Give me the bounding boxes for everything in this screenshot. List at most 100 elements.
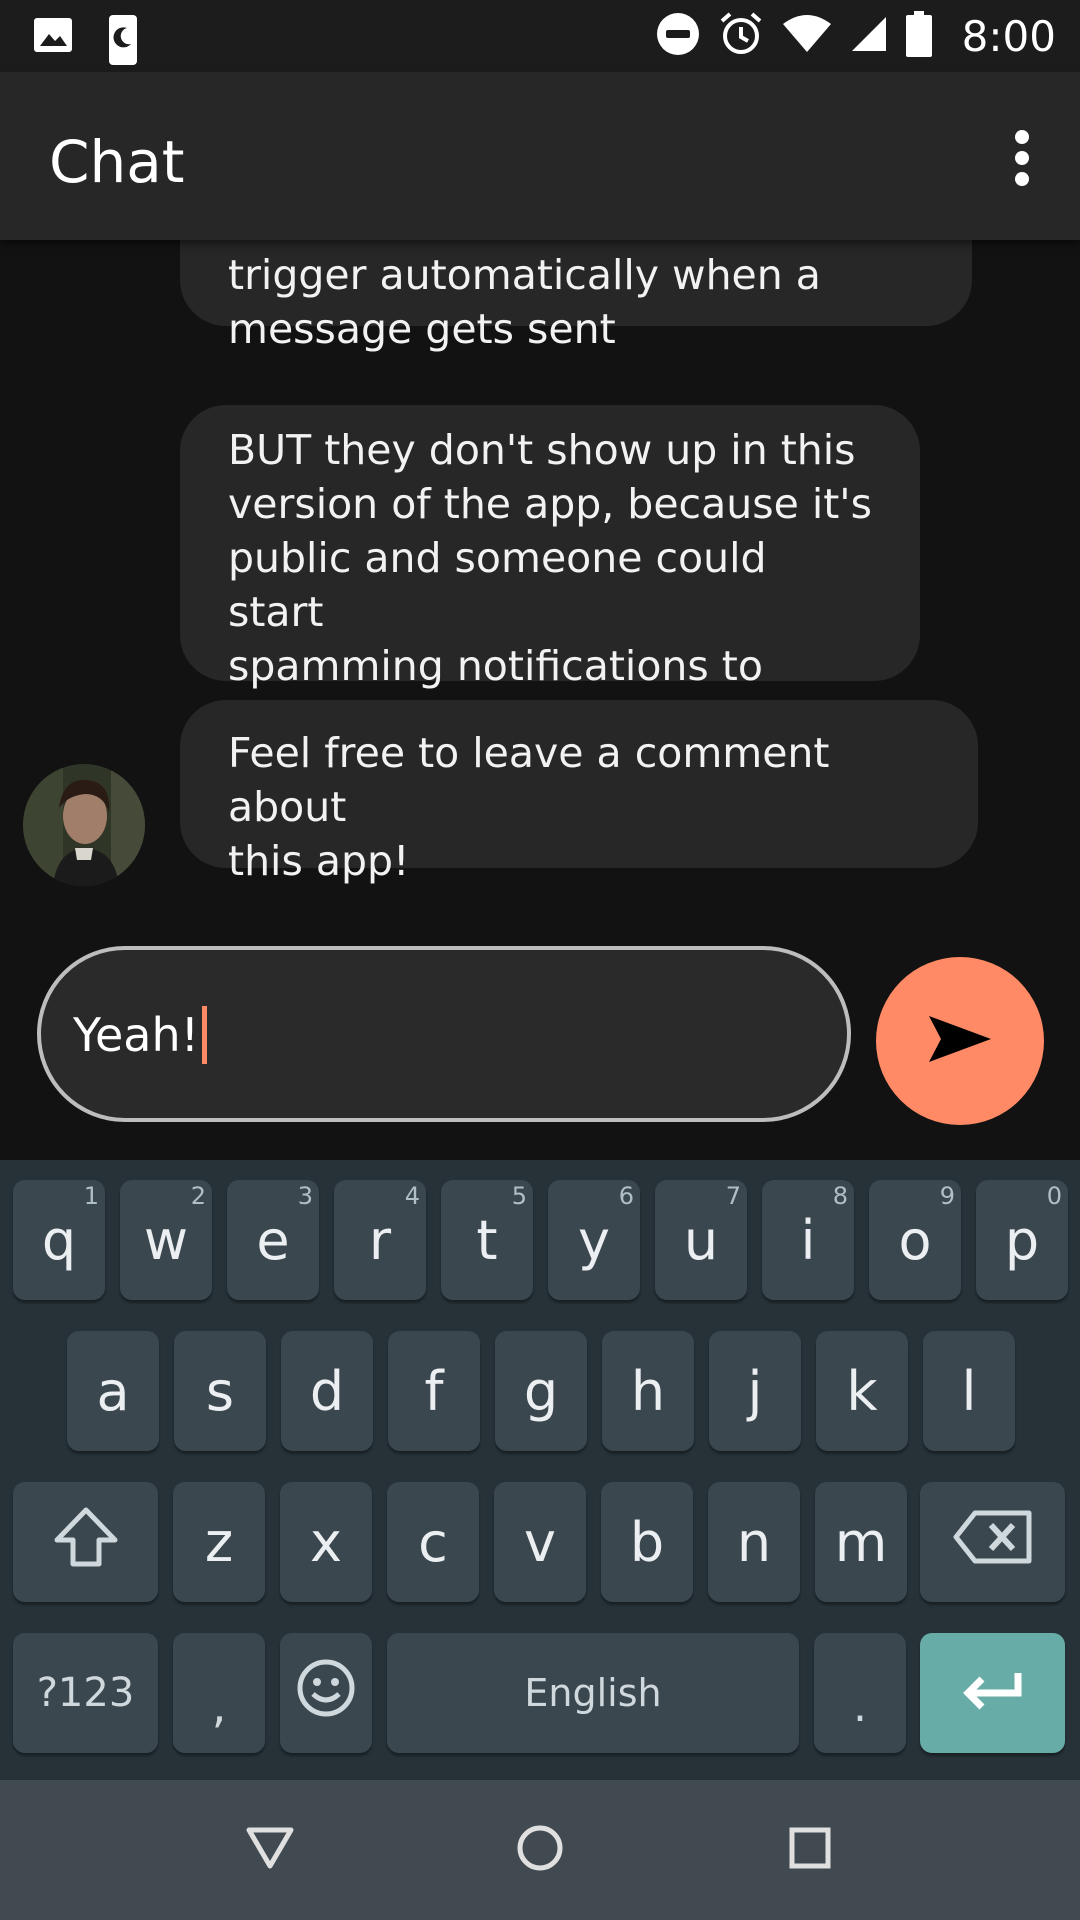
key-hint: 3 [297, 1182, 313, 1210]
key-w[interactable]: w2 [120, 1180, 212, 1300]
send-button[interactable] [876, 957, 1044, 1125]
key-u[interactable]: u7 [655, 1180, 747, 1300]
key-z[interactable]: z [173, 1482, 265, 1602]
message-input[interactable]: Yeah! [37, 946, 851, 1122]
space-key[interactable]: English [387, 1633, 799, 1753]
key-label: m [834, 1510, 888, 1574]
key-label: q [41, 1208, 77, 1272]
message-input-value: Yeah! [73, 1008, 200, 1062]
more-vertical-icon [1015, 130, 1029, 144]
battery-icon [905, 11, 932, 61]
key-label: y [578, 1208, 610, 1272]
backspace-key[interactable] [920, 1482, 1065, 1602]
key-r[interactable]: r4 [334, 1180, 426, 1300]
recents-button[interactable] [780, 1820, 840, 1880]
key-y[interactable]: y6 [548, 1180, 640, 1300]
emoji-key[interactable] [280, 1633, 372, 1753]
enter-icon [962, 1669, 1024, 1717]
key-c[interactable]: c [387, 1482, 479, 1602]
key-a[interactable]: a [67, 1331, 159, 1451]
key-g[interactable]: g [495, 1331, 587, 1451]
key-label: o [898, 1208, 932, 1272]
do-not-disturb-icon [656, 12, 700, 60]
key-label: r [368, 1208, 392, 1272]
phone-moon-icon [108, 14, 138, 70]
period-key[interactable]: . [814, 1633, 906, 1753]
image-icon [32, 14, 74, 70]
key-v[interactable]: v [494, 1482, 586, 1602]
emoji-icon [296, 1658, 356, 1728]
key-f[interactable]: f [388, 1331, 480, 1451]
key-label: e [256, 1208, 290, 1272]
message-line: version of the app, because it's [228, 480, 872, 528]
key-q[interactable]: q1 [13, 1180, 105, 1300]
shift-key[interactable] [13, 1482, 158, 1602]
key-k[interactable]: k [816, 1331, 908, 1451]
key-label: l [961, 1359, 977, 1423]
key-label: z [204, 1510, 234, 1574]
key-b[interactable]: b [601, 1482, 693, 1602]
key-d[interactable]: d [281, 1331, 373, 1451]
key-label: n [736, 1510, 772, 1574]
key-label: i [800, 1208, 816, 1272]
key-label: d [309, 1359, 345, 1423]
key-h[interactable]: h [602, 1331, 694, 1451]
home-button[interactable] [510, 1820, 570, 1880]
signal-icon [850, 15, 888, 57]
message-bubble: BUT they don't show up in this version o… [180, 405, 920, 744]
send-icon [927, 1014, 993, 1068]
key-m[interactable]: m [815, 1482, 907, 1602]
recents-icon [788, 1826, 832, 1874]
symbols-key-label: ?123 [36, 1670, 135, 1716]
app-bar: Chat [0, 72, 1080, 240]
key-hint: 8 [832, 1182, 848, 1210]
page-title: Chat [49, 128, 185, 196]
message-list[interactable]: trigger automatically when a message get… [0, 240, 1080, 930]
key-hint: 1 [83, 1182, 99, 1210]
key-t[interactable]: t5 [441, 1180, 533, 1300]
key-label: x [310, 1510, 342, 1574]
message-line: this app! [228, 837, 410, 885]
comma-key-label: , [211, 1679, 227, 1733]
back-icon [245, 1826, 295, 1874]
comma-key[interactable]: , [173, 1633, 265, 1753]
enter-key[interactable] [920, 1633, 1065, 1753]
key-n[interactable]: n [708, 1482, 800, 1602]
key-label: v [524, 1510, 556, 1574]
space-key-label: English [524, 1671, 662, 1715]
wifi-icon [782, 14, 832, 58]
clock: 8:00 [961, 11, 1056, 61]
key-hint: 2 [190, 1182, 206, 1210]
key-label: a [96, 1359, 130, 1423]
key-e[interactable]: e3 [227, 1180, 319, 1300]
key-s[interactable]: s [174, 1331, 266, 1451]
key-hint: 0 [1046, 1182, 1062, 1210]
key-j[interactable]: j [709, 1331, 801, 1451]
symbols-key[interactable]: ?123 [13, 1633, 158, 1753]
avatar[interactable] [23, 764, 145, 886]
key-label: t [476, 1208, 498, 1272]
home-icon [516, 1824, 564, 1876]
message-line: public and someone could start [228, 534, 767, 636]
key-label: f [424, 1359, 444, 1423]
key-label: h [630, 1359, 666, 1423]
key-label: j [747, 1359, 763, 1423]
key-label: w [143, 1208, 189, 1272]
message-line: trigger automatically when a [228, 251, 821, 299]
on-screen-keyboard: q1w2e3r4t5y6u7i8o9p0 asdfghjkl zxcvbnm ?… [0, 1160, 1080, 1780]
backspace-icon [953, 1509, 1033, 1575]
back-button[interactable] [240, 1820, 300, 1880]
key-i[interactable]: i8 [762, 1180, 854, 1300]
key-o[interactable]: o9 [869, 1180, 961, 1300]
message-bubble: Feel free to leave a comment about this … [180, 700, 978, 885]
key-l[interactable]: l [923, 1331, 1015, 1451]
key-x[interactable]: x [280, 1482, 372, 1602]
key-label: b [629, 1510, 665, 1574]
key-p[interactable]: p0 [976, 1180, 1068, 1300]
key-label: u [683, 1208, 719, 1272]
more-options-button[interactable] [1004, 130, 1040, 186]
key-label: k [846, 1359, 878, 1423]
key-hint: 5 [511, 1182, 527, 1210]
key-hint: 9 [939, 1182, 955, 1210]
key-label: c [418, 1510, 448, 1574]
